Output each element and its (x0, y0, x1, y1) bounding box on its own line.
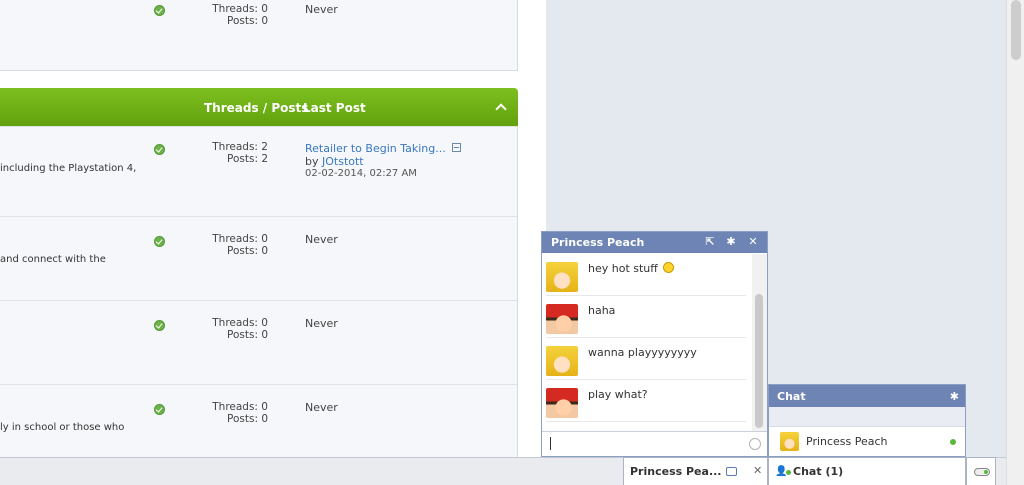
status-ok-icon (154, 320, 165, 331)
gear-icon[interactable]: ✱ (725, 236, 737, 248)
message-text-line: hey hot stuff (588, 262, 675, 275)
scrollbar-thumb[interactable] (1011, 0, 1021, 60)
page-scrollbar[interactable] (1006, 0, 1024, 485)
posts-count: Posts: 0 (227, 15, 268, 27)
last-post-date: 02-02-2014, 02:27 AM (305, 168, 417, 179)
online-status-icon (950, 439, 956, 445)
chat-window-title: Princess Peach (551, 236, 645, 249)
buddy-list: Chat ✱ Princess Peach (768, 384, 966, 457)
last-post-never: Never (305, 401, 338, 414)
popout-icon[interactable]: ⇱ (704, 236, 716, 248)
chat-toggle[interactable] (966, 457, 996, 485)
forum-content: Threads: 0 Posts: 0 Never Threads / Post… (0, 0, 546, 485)
posts-count: Posts: 0 (227, 329, 268, 341)
threads-posts-heading: Threads / Posts (204, 101, 309, 115)
buddy-list-titlebar[interactable]: Chat ✱ (769, 385, 965, 407)
message-bubble-icon (726, 467, 737, 476)
forum-description: ly in school or those who (0, 422, 125, 433)
threads-count: Threads: 0 (212, 317, 268, 329)
peach-avatar (780, 432, 799, 451)
chat-message-input[interactable] (542, 431, 767, 456)
last-post-author-line: by JOtstott (305, 155, 364, 168)
chat-message: wanna playyyyyyyy (546, 338, 746, 380)
toggle-switch-icon[interactable] (974, 468, 990, 476)
last-post-never: Never (305, 3, 338, 16)
chat-tab[interactable]: 👤 Chat (1) (768, 457, 966, 485)
peach-avatar (546, 346, 578, 376)
threads-count: Threads: 0 (212, 233, 268, 245)
online-status-icon (786, 470, 791, 475)
posts-count: Posts: 2 (227, 153, 268, 165)
last-post-never: Never (305, 233, 338, 246)
status-ok-icon (154, 404, 165, 415)
chat-scrollbar[interactable] (752, 254, 767, 431)
forum-stats: Threads: 0 Posts: 0 (180, 233, 268, 257)
forum-stats: Threads: 2 Posts: 2 (180, 141, 268, 165)
chat-messages: hey hot stuff haha wanna playyyyyyyy pla… (542, 254, 752, 431)
text-caret (550, 437, 551, 450)
forum-row[interactable]: ly in school or those who Threads: 0 Pos… (0, 384, 518, 457)
message-text: wanna playyyyyyyy (588, 346, 697, 359)
threads-count: Threads: 0 (212, 401, 268, 413)
mario-avatar (546, 304, 578, 334)
status-ok-icon (154, 144, 165, 155)
posts-count: Posts: 0 (227, 413, 268, 425)
forum-row[interactable]: Threads: 0 Posts: 0 Never (0, 300, 518, 384)
category-header: Threads / Posts Last Post (0, 88, 518, 126)
chat-window-titlebar[interactable]: Princess Peach ⇱ ✱ ✕ (542, 232, 767, 253)
by-label: by (305, 155, 319, 168)
last-post-link[interactable]: Retailer to Begin Taking... (305, 142, 446, 155)
forum-row[interactable]: including the Playstation 4, Threads: 2 … (0, 126, 518, 216)
message-text: play what? (588, 388, 648, 401)
status-ok-icon (154, 5, 165, 16)
smiley-icon (663, 262, 675, 273)
buddy-search-field[interactable] (769, 407, 965, 427)
forum-stats: Threads: 0 Posts: 0 (180, 3, 268, 27)
chat-scrollbar-thumb[interactable] (755, 294, 763, 428)
go-to-post-icon[interactable] (452, 143, 461, 152)
chat-window: Princess Peach ⇱ ✱ ✕ hey hot stuff haha … (541, 231, 768, 457)
threads-count: Threads: 0 (212, 3, 268, 15)
buddy-name: Princess Peach (806, 435, 888, 448)
forum-row: Threads: 0 Posts: 0 Never (0, 0, 518, 71)
last-post-never: Never (305, 317, 338, 330)
forum-stats: Threads: 0 Posts: 0 (180, 401, 268, 425)
emoji-picker-icon[interactable] (749, 438, 761, 450)
forum-description: and connect with the (0, 254, 106, 265)
chat-tab-title: Chat (793, 465, 822, 478)
close-icon[interactable]: ✕ (753, 464, 762, 477)
chat-tab-text: Chat (1) (793, 465, 843, 478)
forum-description: including the Playstation 4, (0, 163, 137, 174)
chat-message: play what? (546, 380, 746, 422)
status-ok-icon (154, 236, 165, 247)
author-link[interactable]: JOtstott (322, 155, 364, 168)
chat-online-count: (1) (825, 465, 844, 478)
collapse-chevron-icon[interactable] (496, 102, 506, 112)
message-text: hey hot stuff (588, 262, 658, 275)
threads-count: Threads: 2 (212, 141, 268, 153)
peach-avatar (546, 262, 578, 292)
chat-tab-princess-peach[interactable]: Princess Pea... ✕ (623, 457, 768, 485)
buddy-item[interactable]: Princess Peach (769, 427, 965, 456)
chat-message: haha (546, 296, 746, 338)
mario-avatar (546, 388, 578, 418)
forum-stats: Threads: 0 Posts: 0 (180, 317, 268, 341)
forum-row[interactable]: and connect with the Threads: 0 Posts: 0… (0, 216, 518, 300)
buddy-list-title: Chat (777, 390, 806, 403)
close-icon[interactable]: ✕ (747, 236, 759, 248)
gear-icon[interactable]: ✱ (950, 390, 959, 403)
last-post-heading: Last Post (303, 101, 366, 115)
posts-count: Posts: 0 (227, 245, 268, 257)
chat-message: hey hot stuff (546, 254, 746, 296)
chat-tab-label: Princess Pea... (630, 465, 722, 478)
message-text: haha (588, 304, 616, 317)
